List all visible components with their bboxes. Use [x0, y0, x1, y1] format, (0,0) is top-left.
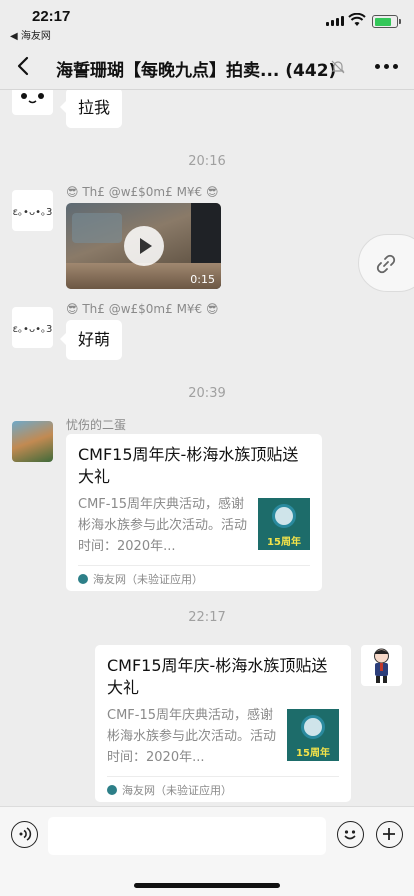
play-icon[interactable]	[124, 226, 164, 266]
plus-icon[interactable]	[376, 821, 403, 848]
battery-icon	[372, 15, 401, 28]
sender-name: 忧伤的二蛋	[66, 418, 127, 432]
video-message[interactable]: 0:15	[66, 203, 221, 289]
thumbnail-label: 15周年	[296, 748, 330, 759]
link-icon	[376, 254, 396, 274]
avatar[interactable]: ε｡•ᴗ•｡3	[12, 307, 53, 348]
app-source-icon	[78, 573, 88, 584]
card-thumbnail: 15周年	[258, 498, 310, 550]
card-description: CMF-15周年庆典活动，感谢彬海水族参与此次活动。活动时间：2020年...	[78, 497, 248, 554]
back-to-app-link[interactable]: ◀ 海友网	[10, 27, 51, 42]
avatar[interactable]: ε｡•ᴗ•｡3	[12, 190, 53, 231]
wifi-icon	[348, 13, 366, 26]
avatar-text: ε｡•ᴗ•｡3	[12, 207, 53, 218]
my-avatar[interactable]	[361, 645, 402, 686]
message-text: 好萌	[78, 330, 111, 349]
video-duration: 0:15	[190, 273, 215, 286]
signal-icon	[326, 16, 344, 26]
message-input[interactable]	[48, 817, 326, 855]
status-bar: 22:17 ◀ 海友网	[0, 0, 414, 44]
timestamp: 20:39	[188, 386, 226, 401]
avatar[interactable]	[12, 421, 53, 462]
chat-header: 海誓珊瑚【每晚九点】拍卖... (442)	[0, 44, 414, 90]
card-title: CMF15周年庆-彬海水族顶贴送大礼	[107, 656, 328, 697]
card-description: CMF-15周年庆典活动，感谢彬海水族参与此次活动。活动时间：2020年...	[107, 708, 277, 765]
mute-bell-icon	[331, 60, 345, 74]
card-thumbnail: 15周年	[287, 709, 339, 761]
home-indicator[interactable]	[134, 883, 280, 888]
thumbnail-label: 15周年	[267, 537, 301, 548]
card-source: 海友网（未验证应用）	[93, 572, 203, 586]
app-source-icon	[107, 784, 117, 795]
sender-name: 😎 Th£ @w£$0m£ M¥€ 😎	[66, 185, 219, 199]
link-card[interactable]: CMF15周年庆-彬海水族顶贴送大礼 CMF-15周年庆典活动，感谢彬海水族参与…	[95, 645, 351, 802]
floating-link-button[interactable]	[358, 234, 414, 292]
status-time: 22:17	[32, 8, 71, 25]
link-card[interactable]: CMF15周年庆-彬海水族顶贴送大礼 CMF-15周年庆典活动，感谢彬海水族参与…	[66, 434, 322, 591]
text-message-bubble[interactable]: 好萌	[59, 320, 123, 360]
timestamp: 22:17	[188, 610, 226, 625]
back-arrow-icon[interactable]	[12, 54, 36, 78]
card-title: CMF15周年庆-彬海水族顶贴送大礼	[78, 445, 299, 486]
avatar[interactable]	[12, 90, 53, 115]
timestamp: 20:16	[188, 154, 226, 169]
message-text: 拉我	[78, 98, 111, 117]
card-source: 海友网（未验证应用）	[122, 783, 232, 797]
emoji-icon[interactable]	[337, 821, 364, 848]
sender-name: 😎 Th£ @w£$0m£ M¥€ 😎	[66, 302, 219, 316]
chat-title: 海誓珊瑚【每晚九点】拍卖... (442)	[56, 61, 337, 81]
more-options-icon[interactable]	[375, 64, 398, 69]
avatar-text: ε｡•ᴗ•｡3	[12, 324, 53, 335]
text-message-bubble[interactable]: 拉我	[59, 90, 123, 128]
voice-icon[interactable]	[11, 821, 38, 848]
message-list[interactable]: 拉我 20:16 ε｡•ᴗ•｡3 😎 Th£ @w£$0m£ M¥€ 😎 0:1…	[0, 90, 414, 806]
input-bar	[0, 806, 414, 896]
